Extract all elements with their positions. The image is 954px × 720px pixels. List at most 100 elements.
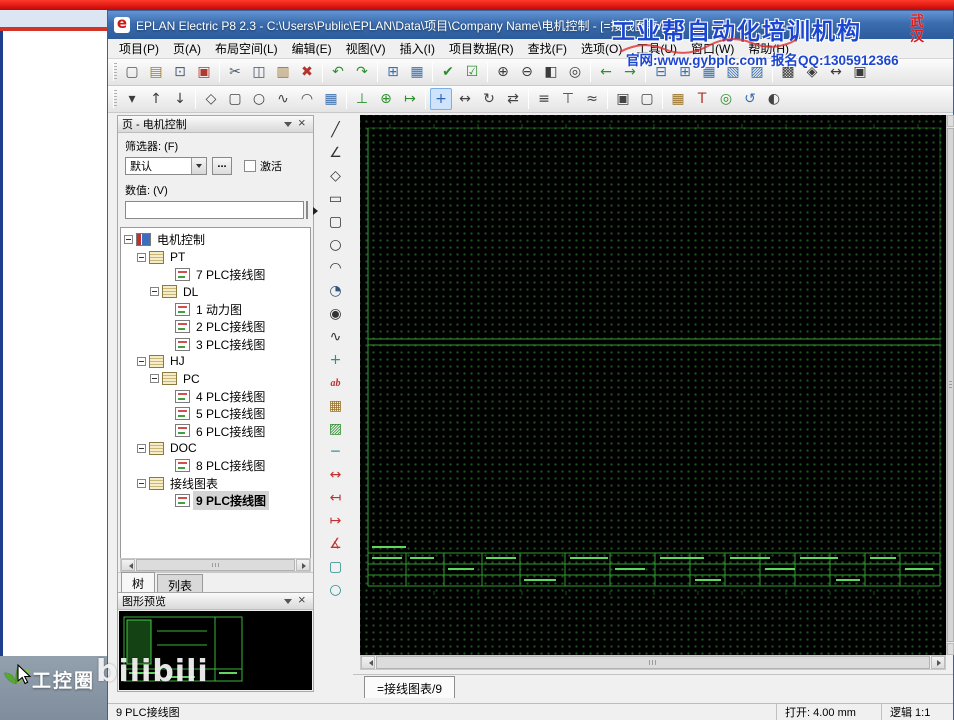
tree-item[interactable]: HJ <box>121 353 310 370</box>
panel-tab[interactable]: 列表 <box>157 574 204 593</box>
drawing-canvas[interactable] <box>360 115 946 655</box>
value-input[interactable] <box>125 201 304 219</box>
menu-item-2[interactable]: 布局空间(L) <box>208 38 285 59</box>
menu-item-8[interactable]: 选项(O) <box>574 38 629 59</box>
arc-button[interactable]: ◠ <box>325 257 347 279</box>
hatch-fill-button[interactable]: ▨ <box>325 418 347 440</box>
scrollbar-thumb[interactable] <box>376 656 930 669</box>
tree-item[interactable]: PC <box>121 370 310 387</box>
prev-page-button[interactable]: ← <box>595 61 617 83</box>
delete-button[interactable]: ✖ <box>296 61 318 83</box>
print-button[interactable]: ⊡ <box>169 61 191 83</box>
style-circle-button[interactable]: ○ <box>325 579 347 601</box>
terminal-diagram-button[interactable]: ⊟ <box>650 61 672 83</box>
panel-close-icon[interactable] <box>296 115 309 130</box>
line-style-button[interactable]: ─ <box>325 441 347 463</box>
expander-icon[interactable] <box>150 287 159 297</box>
tree-item[interactable]: 接线图表 <box>121 474 310 491</box>
label-button[interactable]: ▨ <box>746 61 768 83</box>
expander-icon[interactable] <box>137 443 146 453</box>
page-dropdown-button[interactable]: ▾ <box>121 88 143 110</box>
scroll-left-icon[interactable] <box>121 559 135 571</box>
polygon-button[interactable]: ◇ <box>325 165 347 187</box>
menu-item-6[interactable]: 项目数据(R) <box>442 38 521 59</box>
panel-tab[interactable]: 树 <box>121 572 156 593</box>
style-box-button[interactable]: ▢ <box>325 556 347 578</box>
dimension-continued-button[interactable]: ↤ <box>325 487 347 509</box>
update-button[interactable]: ↺ <box>739 88 761 110</box>
value-expand-button[interactable] <box>306 201 318 219</box>
dimension-linear-button[interactable]: ↔ <box>325 464 347 486</box>
scroll-left-icon[interactable] <box>361 656 375 669</box>
paste-button[interactable]: ▥ <box>272 61 294 83</box>
align-left-button[interactable]: ≡ <box>533 88 555 110</box>
scrollbar-thumb[interactable] <box>947 128 954 642</box>
select-tool-button[interactable]: + <box>430 88 452 110</box>
report-button[interactable]: ▧ <box>722 61 744 83</box>
dimension-angle-button[interactable]: ∡ <box>325 533 347 555</box>
plc-box-button[interactable]: ▦ <box>320 88 342 110</box>
menu-item-0[interactable]: 项目(P) <box>112 38 166 59</box>
measure-button[interactable]: ◎ <box>715 88 737 110</box>
tree-item[interactable]: 8 PLC接线图 <box>121 457 310 474</box>
tree-item[interactable]: 4 PLC接线图 <box>121 388 310 405</box>
align-top-button[interactable]: ⊤ <box>557 88 579 110</box>
zoom-fit-button[interactable]: ◎ <box>564 61 586 83</box>
menu-item-4[interactable]: 视图(V) <box>339 38 393 59</box>
expander-icon[interactable] <box>150 374 159 384</box>
pages-panel-header[interactable]: 页 - 电机控制 <box>118 115 313 133</box>
tree-item[interactable]: 7 PLC接线图 <box>121 266 310 283</box>
line-button[interactable]: ╱ <box>325 119 347 141</box>
preview-panel-header[interactable]: 图形预览 <box>118 592 313 610</box>
active-checkbox[interactable] <box>244 160 256 172</box>
menu-item-1[interactable]: 页(A) <box>166 38 208 59</box>
scroll-up-icon[interactable] <box>947 115 954 127</box>
canvas-horizontal-scrollbar[interactable] <box>360 655 946 670</box>
polyline-button[interactable]: ∠ <box>325 142 347 164</box>
zoom-in-button[interactable]: ⊕ <box>492 61 514 83</box>
filter-browse-button[interactable]: ... <box>212 157 232 175</box>
tree-item[interactable]: PT <box>121 248 310 265</box>
ruler-button[interactable]: ↔ <box>825 61 847 83</box>
scroll-down-icon[interactable] <box>947 643 954 655</box>
canvas-vertical-scrollbar[interactable] <box>946 115 954 655</box>
rectangle-2-button[interactable]: ▢ <box>325 211 347 233</box>
expander-icon[interactable] <box>137 356 146 366</box>
copy-button[interactable]: ◫ <box>248 61 270 83</box>
tree-item[interactable]: 6 PLC接线图 <box>121 422 310 439</box>
junction-button[interactable]: ⊕ <box>375 88 397 110</box>
menu-item-9[interactable]: 工具(U) <box>629 38 684 59</box>
toolbar-grip[interactable] <box>113 90 117 108</box>
dropdown-arrow-icon[interactable] <box>191 158 206 174</box>
move-button[interactable]: ↔ <box>454 88 476 110</box>
scroll-right-icon[interactable] <box>296 559 310 571</box>
new-page-button[interactable]: ▢ <box>121 61 143 83</box>
next-page-button[interactable]: → <box>619 61 641 83</box>
mirror-button[interactable]: ⇄ <box>502 88 524 110</box>
distribute-button[interactable]: ≈ <box>581 88 603 110</box>
expander-icon[interactable] <box>124 235 133 245</box>
tree-item[interactable]: 2 PLC接线图 <box>121 318 310 335</box>
tree-horizontal-scrollbar[interactable] <box>120 558 311 572</box>
expander-icon[interactable] <box>137 252 146 262</box>
expander-icon[interactable] <box>137 478 146 488</box>
rectangle-button[interactable]: ▭ <box>325 188 347 210</box>
snap-button[interactable]: ◈ <box>801 61 823 83</box>
tree-item[interactable]: 9 PLC接线图 <box>121 491 310 511</box>
cut-button[interactable]: ✂ <box>224 61 246 83</box>
menu-item-3[interactable]: 编辑(E) <box>285 38 339 59</box>
tree-item[interactable]: DOC <box>121 440 310 457</box>
circle-button[interactable]: ○ <box>325 234 347 256</box>
page-up-button[interactable]: ↑ <box>145 88 167 110</box>
verify-button[interactable]: ✔ <box>437 61 459 83</box>
goto-graphic-button[interactable]: ⊞ <box>382 61 404 83</box>
text-button[interactable]: ab <box>325 372 347 394</box>
insert-text-button[interactable]: T <box>691 88 713 110</box>
scrollbar-thumb[interactable] <box>136 559 295 571</box>
rotate-button[interactable]: ↻ <box>478 88 500 110</box>
connection-button[interactable]: ⊥ <box>351 88 373 110</box>
page-down-button[interactable]: ↓ <box>169 88 191 110</box>
open-project-button[interactable]: ▤ <box>145 61 167 83</box>
spline-button[interactable]: ∿ <box>325 326 347 348</box>
project-check-button[interactable]: ☑ <box>461 61 483 83</box>
